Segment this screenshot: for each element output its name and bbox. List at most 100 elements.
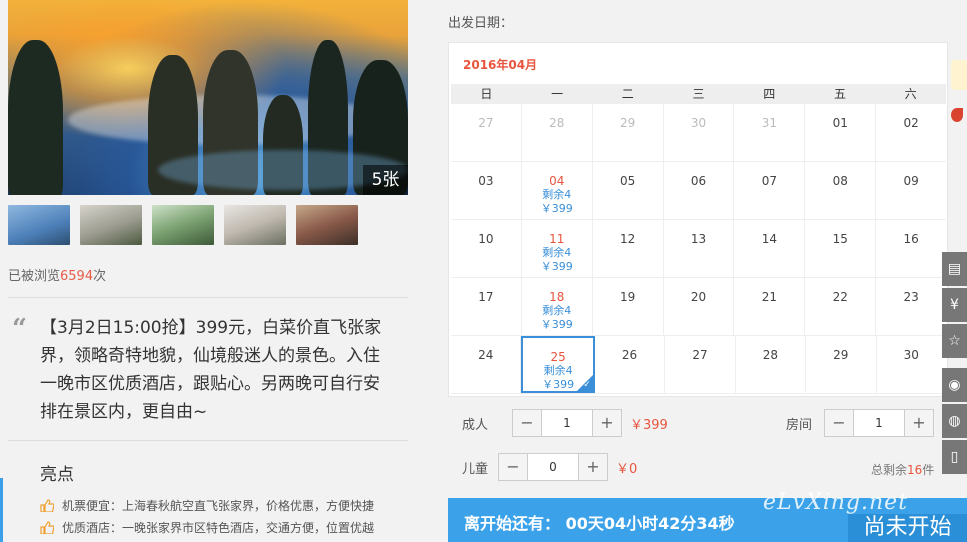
highlight-text: 优质酒店：一晚张家界市区特色酒店，交通方便，位置优越 (62, 521, 375, 535)
accent-bar (0, 478, 3, 542)
room-quantity-input[interactable]: 1 (853, 410, 905, 436)
main-photo[interactable]: 5张 (8, 0, 408, 195)
calendar-day: 15 (805, 220, 877, 277)
thumbnail-2[interactable] (80, 205, 142, 245)
day-number: 01 (832, 116, 848, 130)
room-row: 房间 − 1 + (786, 409, 934, 437)
calendar-month: 2016年04月 (463, 58, 538, 72)
calendar-day: 23 (876, 278, 946, 335)
weekday-header: 日一二三四五六 (451, 84, 946, 104)
weibo-icon[interactable]: ◉ (942, 368, 967, 402)
day-price: ￥399 (540, 202, 573, 215)
thumbnail-4[interactable] (224, 205, 286, 245)
thumbnail-3[interactable] (152, 205, 214, 245)
day-number: 11 (549, 232, 565, 246)
yen-icon[interactable]: ¥ (942, 288, 967, 322)
remaining-prefix: 总剩余 (871, 463, 908, 477)
countdown-text: 离开始还有： 00天04小时42分34秒 (464, 514, 735, 533)
list-icon[interactable]: ▤ (942, 252, 967, 286)
day-number: 13 (690, 232, 707, 246)
not-started-button[interactable]: 尚未开始 (848, 514, 967, 542)
quote-icon: “ (12, 314, 27, 344)
wechat-icon[interactable]: ◍ (942, 404, 967, 438)
day-number: 17 (478, 290, 494, 304)
child-minus-button[interactable]: − (499, 454, 527, 480)
day-number: 26 (621, 348, 638, 362)
watermark-logo: eLvXing.net (763, 490, 909, 515)
left-column: 5张 已被浏览6594次 “ 【3月2日15:00抢】399元，白菜价直飞张家界… (0, 0, 420, 542)
calendar-week-row: 10 11 剩余4 ￥399 12 13 14 15 16 (451, 220, 946, 278)
view-count: 已被浏览6594次 (8, 265, 106, 284)
room-plus-button[interactable]: + (905, 410, 933, 436)
adult-stepper: − 1 + (512, 409, 622, 437)
child-stepper: − 0 + (498, 453, 608, 481)
day-number: 03 (478, 174, 494, 188)
day-number: 02 (903, 116, 919, 130)
divider (8, 297, 408, 298)
child-row: 儿童 − 0 + ￥0 (462, 453, 637, 481)
adult-plus-button[interactable]: + (593, 410, 621, 436)
calendar-day: 30 (664, 104, 735, 161)
day-price: ￥399 (540, 318, 573, 331)
highlight-item: 机票便宜：上海春秋航空直飞张家界，价格优惠，方便快捷 (40, 497, 374, 514)
highlight-text: 机票便宜：上海春秋航空直飞张家界，价格优惠，方便快捷 (62, 499, 375, 513)
weekday-label: 二 (621, 87, 634, 101)
calendar-day: 24 (451, 336, 522, 393)
day-number: 25 (550, 350, 566, 364)
thumbnail-strip (8, 205, 358, 245)
highlight-item: 优质酒店：一晚张家界市区特色酒店，交通方便，位置优越 (40, 519, 374, 536)
day-number: 24 (478, 348, 494, 362)
star-icon[interactable]: ☆ (942, 324, 967, 358)
day-number: 30 (690, 116, 707, 130)
departure-date-label: 出发日期： (448, 16, 514, 31)
child-label: 儿童 (462, 461, 489, 477)
calendar-day: 06 (664, 162, 735, 219)
day-number: 15 (832, 232, 848, 246)
calendar-day: 28 (522, 104, 593, 161)
check-mark-icon: ✓ (583, 380, 591, 390)
adult-price: ￥399 (630, 417, 668, 433)
calendar-week-row: 24 25 剩余4 ￥399 ✓ 26 27 28 29 30 (451, 336, 946, 394)
thumbnail-1[interactable] (8, 205, 70, 245)
child-quantity-input[interactable]: 0 (527, 454, 579, 480)
mobile-icon[interactable]: ▯ (942, 440, 967, 474)
calendar-day[interactable]: 11 剩余4 ￥399 (522, 220, 593, 277)
calendar-day[interactable]: 04 剩余4 ￥399 (522, 162, 593, 219)
day-number: 16 (903, 232, 919, 246)
child-plus-button[interactable]: + (579, 454, 607, 480)
divider (8, 440, 408, 441)
adult-quantity-input[interactable]: 1 (541, 410, 593, 436)
calendar-week-row: 27 28 29 30 31 01 02 (451, 104, 946, 162)
day-number: 08 (832, 174, 848, 188)
remaining-suffix: 件 (922, 463, 935, 477)
weekday-label: 六 (904, 87, 917, 101)
calendar-day-selected[interactable]: 25 剩余4 ￥399 ✓ (521, 336, 595, 393)
day-number: 27 (478, 116, 494, 130)
weekday-label: 日 (480, 87, 493, 101)
calendar-day: 20 (664, 278, 735, 335)
promo-badge[interactable] (951, 60, 967, 130)
room-minus-button[interactable]: − (825, 410, 853, 436)
day-number: 18 (549, 290, 565, 304)
thumbs-up-icon (40, 521, 54, 534)
adult-row: 成人 − 1 + ￥399 (462, 409, 668, 437)
weekday-label: 三 (692, 87, 705, 101)
departure-calendar: 2016年04月 日一二三四五六 27 28 29 30 31 01 02 03 04 剩余4 ￥3… (448, 42, 948, 397)
day-number: 29 (833, 348, 849, 362)
adult-minus-button[interactable]: − (513, 410, 541, 436)
calendar-day: 21 (734, 278, 806, 335)
calendar-week-row: 17 18 剩余4 ￥399 19 20 21 22 23 (451, 278, 946, 336)
floating-sidebar: ▤ ¥ ☆ ◉ ◍ ▯ (942, 252, 967, 476)
day-number: 19 (620, 290, 636, 304)
day-number: 07 (761, 174, 777, 188)
calendar-day: 13 (664, 220, 735, 277)
calendar-day: 07 (734, 162, 806, 219)
day-number: 04 (549, 174, 565, 188)
calendar-day: 01 (805, 104, 877, 161)
thumbnail-5[interactable] (296, 205, 358, 245)
photo-count-badge[interactable]: 5张 (363, 165, 408, 195)
calendar-day[interactable]: 18 剩余4 ￥399 (522, 278, 593, 335)
view-count-suffix: 次 (93, 269, 107, 284)
calendar-week-row: 03 04 剩余4 ￥399 05 06 07 08 09 (451, 162, 946, 220)
day-number: 21 (761, 290, 777, 304)
